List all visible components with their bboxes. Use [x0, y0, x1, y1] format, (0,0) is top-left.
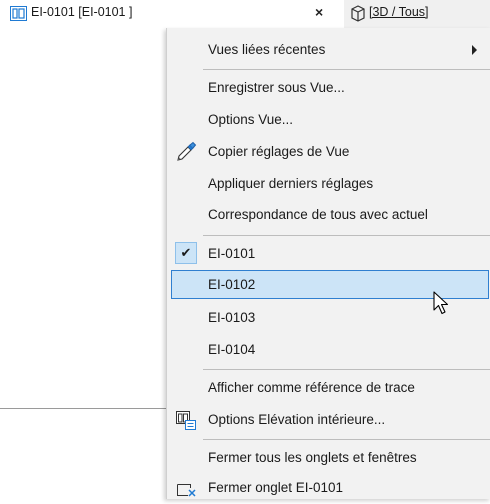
menu-item-label: EI-0104: [208, 342, 256, 357]
menu-item-label: EI-0102: [208, 277, 256, 292]
submenu-arrow-icon: [472, 45, 477, 55]
elevation-options-icon: [175, 409, 197, 431]
close-tab-icon: [175, 477, 197, 499]
tab-label: [3D / Tous]: [369, 5, 429, 19]
menu-item-save-as-view[interactable]: Enregistrer sous Vue...: [167, 73, 490, 103]
menu-separator: [203, 439, 490, 440]
menu-item-copy-view-settings[interactable]: Copier réglages de Vue: [167, 137, 490, 167]
menu-separator: [203, 69, 490, 70]
interior-elevation-icon: [10, 6, 27, 26]
menu-item-label: Vues liées récentes: [208, 42, 326, 57]
close-icon[interactable]: ×: [315, 4, 323, 20]
menu-item-view-options[interactable]: Options Vue...: [167, 105, 490, 135]
menu-item-label: Fermer tous les onglets et fenêtres: [208, 450, 417, 465]
context-menu: Vues liées récentes Enregistrer sous Vue…: [166, 28, 490, 499]
menu-item-ei-0101[interactable]: ✔ EI-0101: [167, 239, 490, 269]
divider: [0, 408, 180, 409]
tab-3d[interactable]: [3D / Tous]: [344, 0, 490, 28]
menu-item-recent-linked-views[interactable]: Vues liées récentes: [167, 35, 490, 65]
menu-item-match-all-with-current[interactable]: Correspondance de tous avec actuel: [167, 200, 490, 230]
3d-view-icon: [350, 5, 366, 27]
menu-item-label: Correspondance de tous avec actuel: [208, 207, 428, 222]
eyedropper-icon: [175, 141, 197, 163]
menu-item-label: Enregistrer sous Vue...: [208, 80, 345, 95]
menu-item-close-all-tabs[interactable]: Fermer tous les onglets et fenêtres: [167, 443, 490, 473]
menu-item-label: Afficher comme référence de trace: [208, 380, 415, 395]
mouse-cursor-icon: [433, 291, 451, 322]
checkmark-icon: ✔: [175, 242, 197, 264]
menu-item-show-as-trace-reference[interactable]: Afficher comme référence de trace: [167, 373, 490, 403]
menu-separator: [203, 235, 490, 236]
menu-item-label: Fermer onglet EI-0101: [208, 480, 344, 495]
menu-item-apply-last-settings[interactable]: Appliquer derniers réglages: [167, 169, 490, 199]
menu-item-interior-elevation-options[interactable]: Options Elévation intérieure...: [167, 405, 490, 435]
tab-bar: EI-0101 [EI-0101 ] × [3D / Tous]: [0, 0, 490, 28]
menu-separator: [203, 369, 490, 370]
menu-item-label: EI-0101: [208, 246, 256, 261]
tab-ei-0101[interactable]: EI-0101 [EI-0101 ] ×: [0, 0, 344, 28]
menu-item-label: Copier réglages de Vue: [208, 144, 350, 159]
menu-item-label: Options Elévation intérieure...: [208, 412, 386, 427]
menu-item-ei-0104[interactable]: EI-0104: [167, 335, 490, 365]
menu-item-label: EI-0103: [208, 310, 256, 325]
menu-item-label: Options Vue...: [208, 112, 294, 127]
menu-item-label: Appliquer derniers réglages: [208, 176, 374, 191]
tab-label: EI-0101 [EI-0101 ]: [31, 5, 133, 19]
